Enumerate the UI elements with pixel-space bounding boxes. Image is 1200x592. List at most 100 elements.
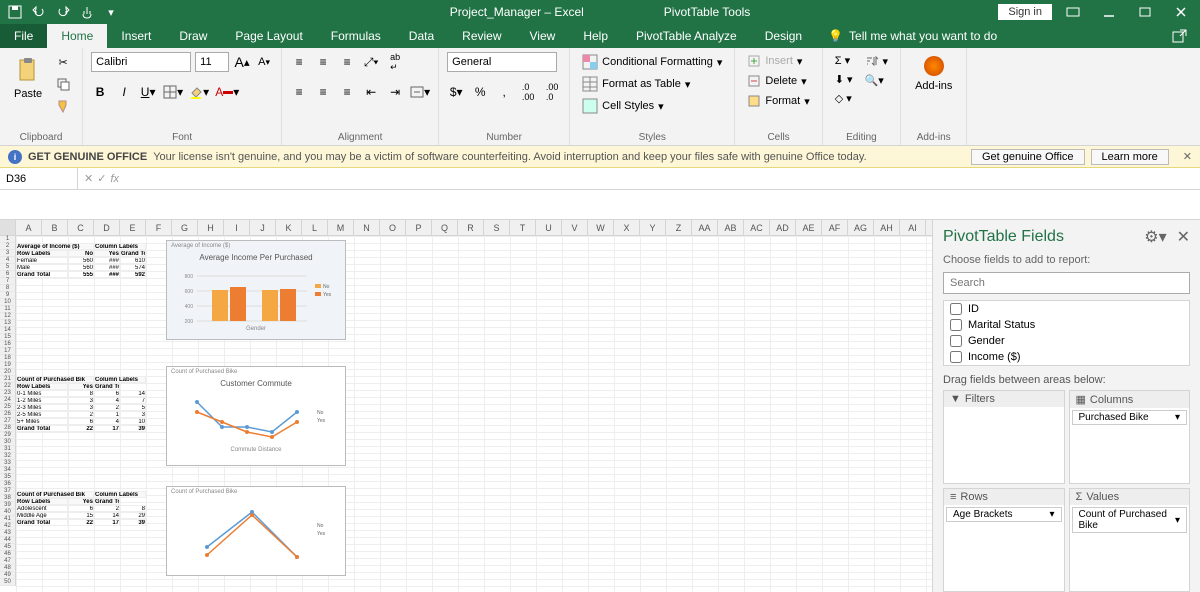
select-all-button[interactable] bbox=[0, 220, 16, 235]
bold-button[interactable]: B bbox=[91, 82, 109, 102]
get-genuine-button[interactable]: Get genuine Office bbox=[971, 149, 1085, 165]
align-center-icon[interactable]: ≡ bbox=[314, 82, 332, 102]
pane-settings-icon[interactable]: ⚙▾ bbox=[1144, 227, 1166, 247]
tab-draw[interactable]: Draw bbox=[165, 24, 221, 48]
cut-icon[interactable]: ✂ bbox=[52, 52, 74, 72]
cancel-formula-icon[interactable]: ✕ bbox=[84, 172, 93, 185]
tell-me-search[interactable]: 💡 Tell me what you want to do bbox=[816, 24, 1009, 48]
chart-customer-commute[interactable]: Count of Purchased Bike Customer Commute… bbox=[166, 366, 346, 466]
tab-formulas[interactable]: Formulas bbox=[317, 24, 395, 48]
chart-age-brackets[interactable]: Count of Purchased Bike NoYes bbox=[166, 486, 346, 576]
tab-pivottable-analyze[interactable]: PivotTable Analyze bbox=[622, 24, 751, 48]
columns-area[interactable]: ▦Columns Purchased Bike▾ bbox=[1069, 390, 1191, 484]
increase-indent-icon[interactable]: ⇥ bbox=[386, 82, 404, 102]
rows-pill[interactable]: Age Brackets▾ bbox=[946, 507, 1062, 522]
learn-more-button[interactable]: Learn more bbox=[1091, 149, 1169, 165]
group-styles: Conditional Formatting ▾ Format as Table… bbox=[570, 48, 735, 145]
rows-area[interactable]: ≡Rows Age Brackets▾ bbox=[943, 488, 1065, 592]
cells-area[interactable]: Average of Income ($)Column LabelsRow La… bbox=[16, 236, 932, 592]
warning-close-icon[interactable]: ✕ bbox=[1183, 150, 1192, 163]
increase-decimal-icon[interactable]: .0.00 bbox=[519, 82, 537, 102]
columns-pill[interactable]: Purchased Bike▾ bbox=[1072, 410, 1188, 425]
align-middle-icon[interactable]: ≡ bbox=[314, 52, 332, 72]
field-item[interactable]: Income ($) bbox=[944, 349, 1189, 365]
ribbon-display-icon[interactable] bbox=[1058, 0, 1088, 24]
tab-view[interactable]: View bbox=[516, 24, 570, 48]
align-top-icon[interactable]: ≡ bbox=[290, 52, 308, 72]
field-item[interactable]: ID bbox=[944, 301, 1189, 317]
delete-cells-button[interactable]: Delete ▾ bbox=[743, 72, 810, 90]
decrease-indent-icon[interactable]: ⇤ bbox=[362, 82, 380, 102]
autosum-icon[interactable]: Σ ▾ bbox=[831, 52, 857, 69]
save-icon[interactable] bbox=[4, 1, 26, 23]
underline-button[interactable]: U ▾ bbox=[139, 82, 157, 102]
maximize-icon[interactable] bbox=[1130, 0, 1160, 24]
formula-input[interactable] bbox=[125, 168, 1200, 189]
fill-icon[interactable]: ⬇ ▾ bbox=[831, 71, 857, 88]
number-format-select[interactable] bbox=[447, 52, 557, 72]
tab-file[interactable]: File bbox=[0, 24, 47, 48]
copy-icon[interactable] bbox=[52, 74, 74, 94]
increase-font-icon[interactable]: A▴ bbox=[233, 52, 251, 72]
field-item[interactable]: Gender bbox=[944, 333, 1189, 349]
comma-icon[interactable]: , bbox=[495, 82, 513, 102]
name-box[interactable]: D36 bbox=[0, 168, 78, 189]
wrap-text-icon[interactable]: ab↵ bbox=[386, 52, 404, 72]
pivot-table-3[interactable]: Count of Purchased BikColumn LabelsRow L… bbox=[16, 491, 146, 526]
tab-data[interactable]: Data bbox=[395, 24, 448, 48]
enter-formula-icon[interactable]: ✓ bbox=[97, 172, 106, 185]
align-bottom-icon[interactable]: ≡ bbox=[338, 52, 356, 72]
pane-close-icon[interactable]: ✕ bbox=[1177, 227, 1190, 247]
field-item[interactable]: Marital Status bbox=[944, 317, 1189, 333]
pivot-table-2[interactable]: Count of Purchased BikColumn LabelsRow L… bbox=[16, 376, 146, 432]
worksheet[interactable]: ABCDEFGHIJKLMNOPQRSTUVWXYZAAABACADAEAFAG… bbox=[0, 220, 932, 592]
insert-cells-button[interactable]: Insert ▾ bbox=[743, 52, 806, 70]
cell-styles-button[interactable]: Cell Styles ▾ bbox=[578, 96, 668, 116]
format-as-table-button[interactable]: Format as Table ▾ bbox=[578, 74, 694, 94]
tab-page-layout[interactable]: Page Layout bbox=[221, 24, 316, 48]
format-painter-icon[interactable] bbox=[52, 96, 74, 116]
fill-color-icon[interactable]: ▾ bbox=[189, 82, 209, 102]
conditional-formatting-button[interactable]: Conditional Formatting ▾ bbox=[578, 52, 726, 72]
percent-icon[interactable]: % bbox=[471, 82, 489, 102]
chart-average-income[interactable]: Average of Income ($) Average Income Per… bbox=[166, 240, 346, 340]
redo-icon[interactable] bbox=[52, 1, 74, 23]
close-icon[interactable] bbox=[1166, 0, 1196, 24]
font-name-input[interactable] bbox=[91, 52, 191, 72]
format-cells-button[interactable]: Format ▾ bbox=[743, 92, 813, 110]
field-list[interactable]: IDMarital StatusGenderIncome ($) bbox=[943, 300, 1190, 366]
values-pill[interactable]: Count of Purchased Bike▾ bbox=[1072, 507, 1188, 533]
clear-icon[interactable]: ◇ ▾ bbox=[831, 90, 857, 107]
tab-home[interactable]: Home bbox=[47, 24, 107, 48]
sort-filter-icon[interactable]: ▾ bbox=[861, 52, 893, 70]
sign-in-button[interactable]: Sign in bbox=[998, 4, 1052, 20]
tab-review[interactable]: Review bbox=[448, 24, 515, 48]
values-area[interactable]: ΣValues Count of Purchased Bike▾ bbox=[1069, 488, 1191, 592]
italic-button[interactable]: I bbox=[115, 82, 133, 102]
undo-icon[interactable] bbox=[28, 1, 50, 23]
minimize-icon[interactable] bbox=[1094, 0, 1124, 24]
border-icon[interactable]: ▾ bbox=[163, 82, 183, 102]
fields-search-input[interactable] bbox=[943, 272, 1190, 294]
font-size-input[interactable] bbox=[195, 52, 229, 72]
find-select-icon[interactable]: 🔍▾ bbox=[861, 72, 893, 89]
paste-button[interactable]: Paste bbox=[8, 52, 48, 104]
tab-insert[interactable]: Insert bbox=[107, 24, 165, 48]
tab-help[interactable]: Help bbox=[569, 24, 622, 48]
addins-button[interactable]: Add-ins bbox=[909, 52, 958, 96]
fx-icon[interactable]: fx bbox=[110, 173, 119, 185]
pivot-table-1[interactable]: Average of Income ($)Column LabelsRow La… bbox=[16, 243, 146, 278]
touch-mode-icon[interactable] bbox=[76, 1, 98, 23]
merge-icon[interactable]: ▾ bbox=[410, 82, 430, 102]
filters-area[interactable]: ▼Filters bbox=[943, 390, 1065, 484]
align-right-icon[interactable]: ≡ bbox=[338, 82, 356, 102]
decrease-decimal-icon[interactable]: .00.0 bbox=[543, 82, 561, 102]
tab-design[interactable]: Design bbox=[751, 24, 816, 48]
qat-dropdown-icon[interactable]: ▾ bbox=[100, 1, 122, 23]
decrease-font-icon[interactable]: A▾ bbox=[255, 52, 273, 72]
align-left-icon[interactable]: ≡ bbox=[290, 82, 308, 102]
font-color-icon[interactable]: A▾ bbox=[215, 82, 239, 102]
share-icon[interactable] bbox=[1160, 24, 1200, 48]
orientation-icon[interactable]: ⤢▾ bbox=[362, 52, 380, 72]
accounting-icon[interactable]: $▾ bbox=[447, 82, 465, 102]
